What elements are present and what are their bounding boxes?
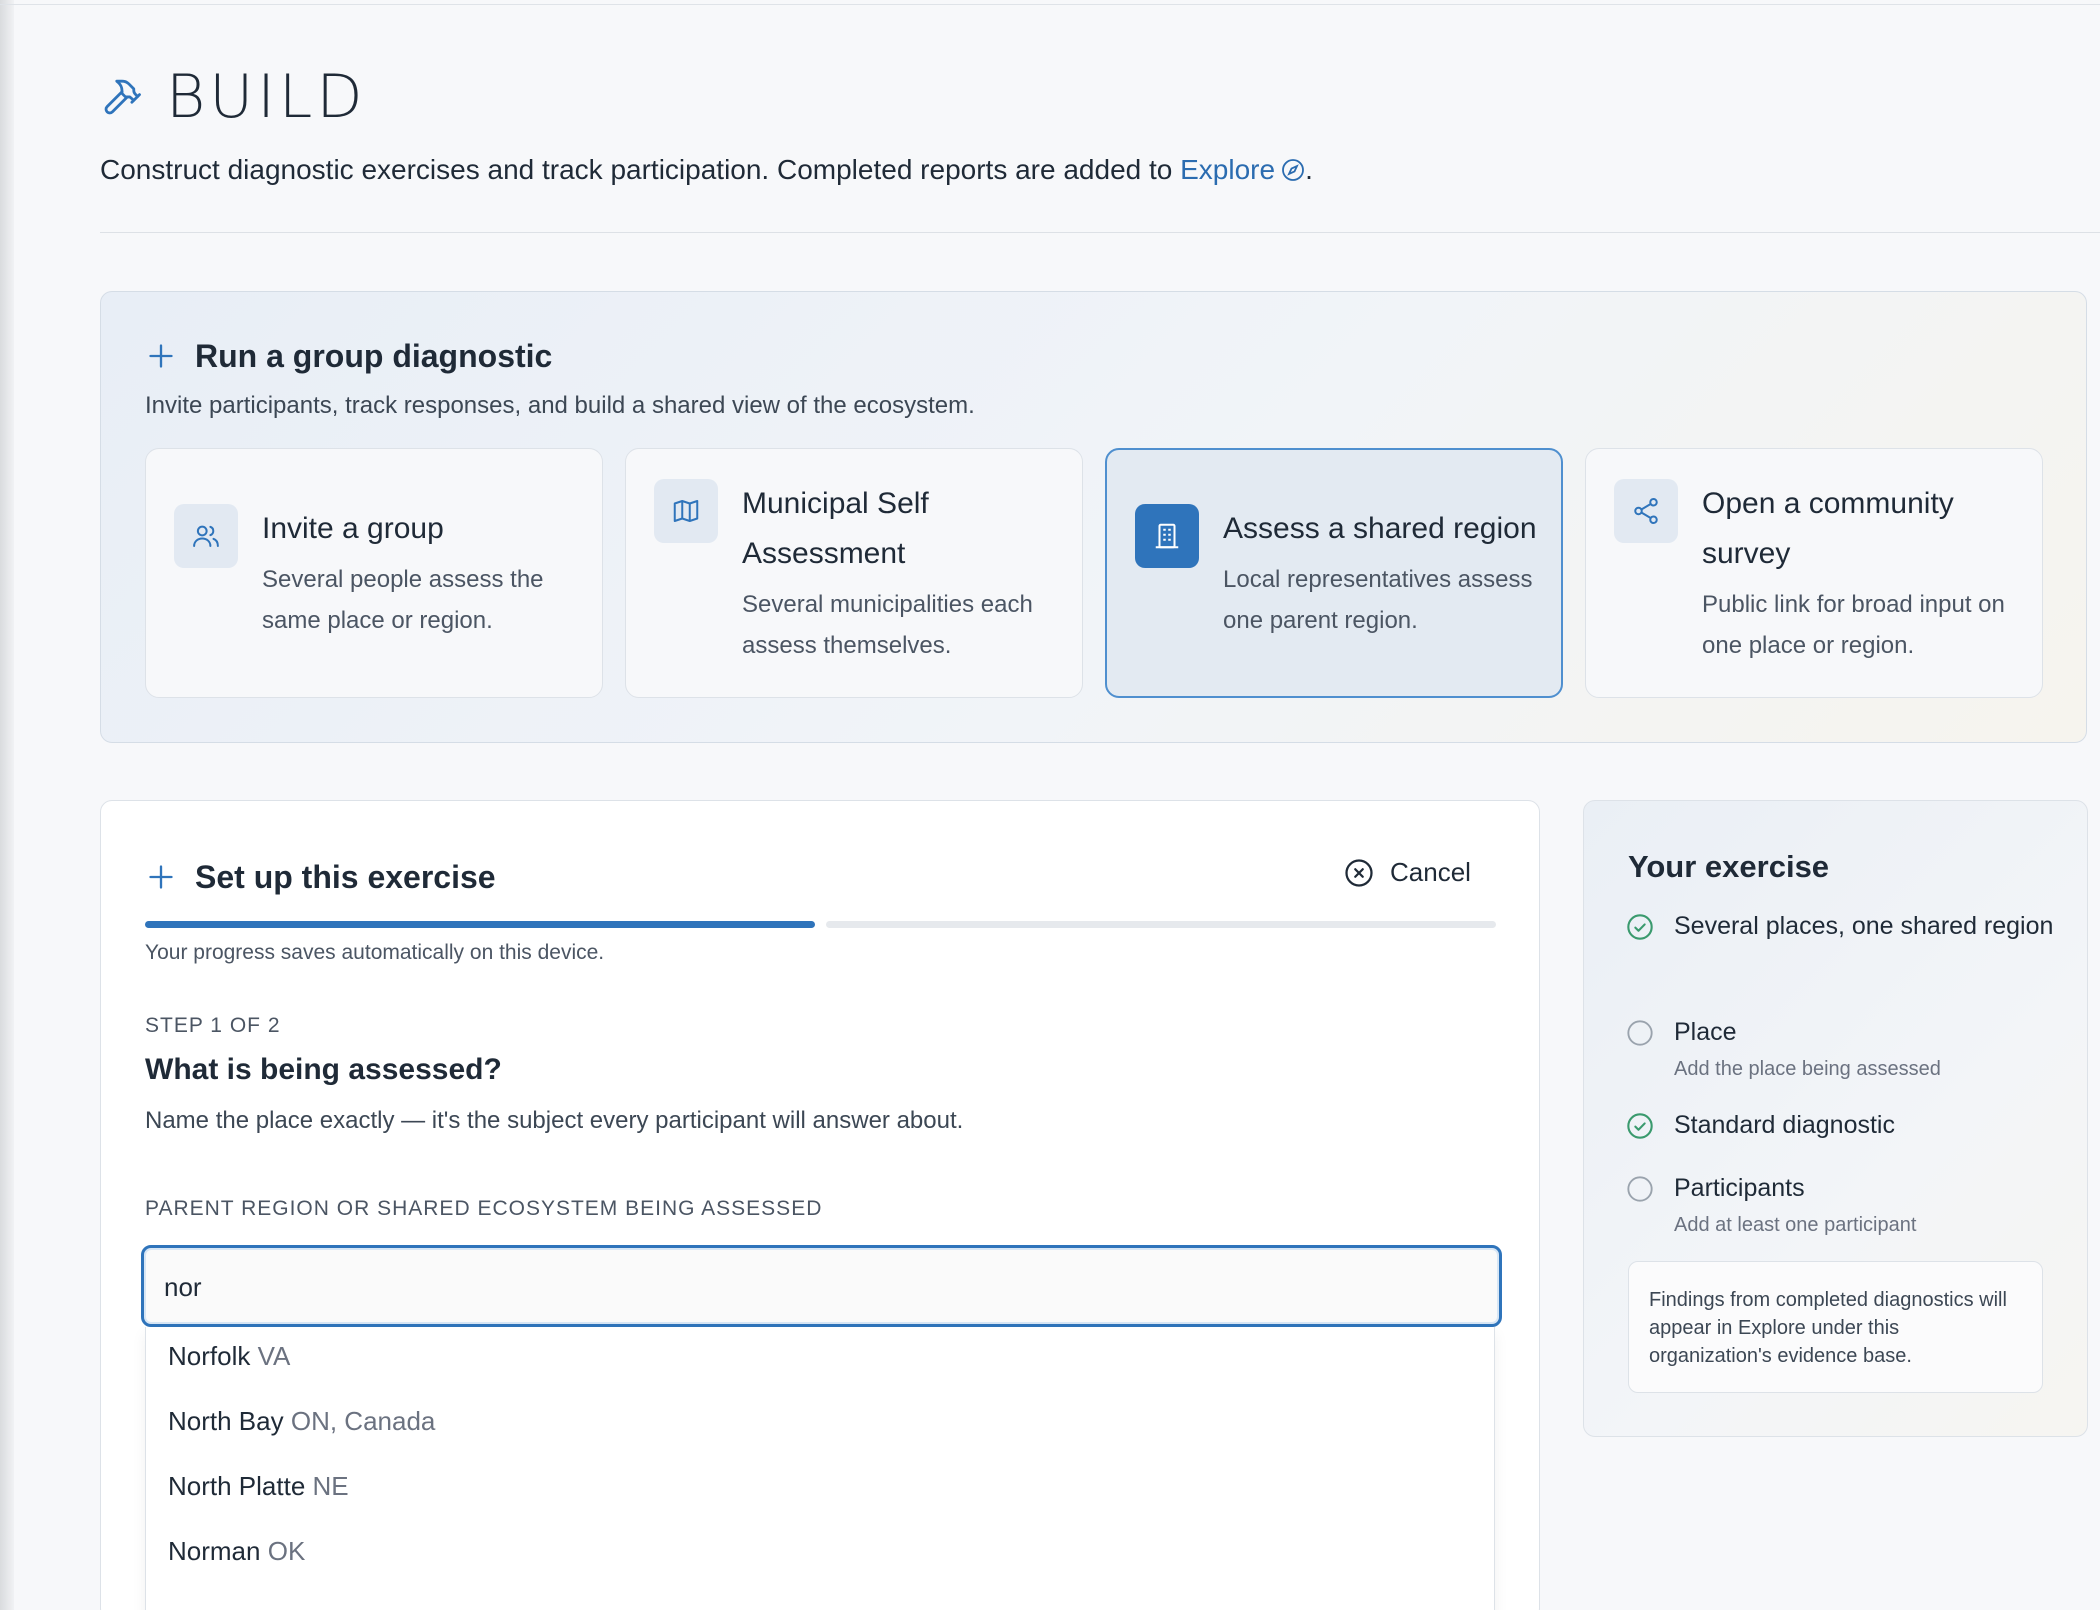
step-question: What is being assessed? [145, 1053, 502, 1086]
card-municipal-self-assessment[interactable]: Municipal Self Assessment Several munici… [625, 448, 1083, 698]
summary-title: Your exercise [1628, 849, 1830, 884]
card-open-community-survey[interactable]: Open a community survey Public link for … [1585, 448, 2043, 698]
card-description: Local representatives assess one parent … [1223, 566, 1533, 634]
empty-circle-icon [1627, 1176, 1653, 1202]
explore-link-label[interactable]: Explore [1180, 154, 1275, 185]
card-title: Assess a shared region [1223, 512, 1537, 545]
top-divider [0, 4, 2100, 5]
suggestion-name[interactable]: North Bay [168, 1406, 284, 1436]
empty-circle-icon [1627, 1020, 1653, 1046]
step-label: STEP 1 OF 2 [145, 1014, 281, 1037]
users-icon [174, 504, 238, 568]
explore-link[interactable]: Explore [1180, 154, 1305, 185]
card-description: Several people assess the same place or … [262, 566, 544, 634]
suggestion-option[interactable]: Norman OK [168, 1536, 305, 1567]
window-edge-shadow [0, 0, 14, 1610]
card-title: Invite a group [262, 512, 444, 545]
group-diagnostic-panel: Run a group diagnostic Invite participan… [100, 291, 2087, 743]
group-diagnostic-subtitle: Invite participants, track responses, an… [145, 392, 975, 419]
progress-step-1 [145, 921, 815, 928]
compass-icon[interactable] [1281, 158, 1305, 182]
region-field-label: PARENT REGION OR SHARED ECOSYSTEM BEING … [145, 1197, 823, 1220]
summary-item-label: Standard diagnostic [1674, 1111, 1895, 1139]
setup-exercise-panel: Set up this exercise Cancel Your progres… [100, 800, 1540, 1610]
setup-title: Set up this exercise [195, 859, 496, 895]
page-subtitle-end: . [1305, 154, 1313, 185]
progress-step-2 [826, 921, 1496, 928]
check-circle-icon [1627, 1113, 1653, 1139]
summary-item-sub: Add at least one participant [1674, 1214, 1917, 1236]
build-page: BUILD Construct diagnostic exercises and… [0, 0, 2100, 1610]
suggestion-name[interactable]: Norman [168, 1536, 260, 1566]
check-circle-icon [1627, 914, 1653, 940]
card-description: Public link for broad input on one place… [1702, 591, 2005, 659]
card-description: Several municipalities each assess thems… [742, 591, 1033, 659]
card-title: Municipal Self Assessment [742, 487, 929, 570]
group-diagnostic-title: Run a group diagnostic [195, 338, 553, 374]
suggestion-region[interactable]: NE [313, 1471, 349, 1501]
page-subtitle-text: Construct diagnostic exercises and track… [100, 154, 1181, 185]
summary-item-label: Participants [1674, 1174, 1805, 1202]
summary-item-sub: Add the place being assessed [1674, 1058, 1941, 1080]
page-subtitle: Construct diagnostic exercises and track… [100, 154, 1313, 186]
region-search-input[interactable] [164, 1268, 1464, 1306]
step-hint: Name the place exactly — it's the subjec… [145, 1107, 964, 1134]
suggestion-option[interactable]: Norfolk VA [168, 1341, 290, 1372]
suggestion-region[interactable]: VA [258, 1341, 291, 1371]
plus-icon [149, 344, 173, 368]
suggestion-region[interactable]: ON, Canada [291, 1406, 436, 1436]
share-icon [1614, 479, 1678, 543]
card-title: Open a community survey [1702, 487, 1954, 570]
building-icon [1135, 504, 1199, 568]
hammer-icon [104, 79, 141, 115]
suggestion-region[interactable]: OK [268, 1536, 306, 1566]
suggestion-option[interactable]: North Platte NE [168, 1471, 349, 1502]
summary-note: Findings from completed diagnostics will… [1628, 1261, 2043, 1393]
cancel-label[interactable]: Cancel [1390, 857, 1471, 888]
header-divider [100, 232, 2100, 233]
suggestions-dropdown: Norfolk VA North Bay ON, Canada North Pl… [145, 1327, 1495, 1610]
close-circle-icon [1345, 858, 1373, 887]
cancel-button[interactable]: Cancel [1344, 857, 1471, 888]
card-invite-group[interactable]: Invite a group Several people assess the… [145, 448, 603, 698]
exercise-summary-panel: Your exercise Several places, one shared… [1583, 800, 2088, 1437]
region-field[interactable] [141, 1245, 1502, 1327]
suggestion-option[interactable]: North Bay ON, Canada [168, 1406, 435, 1437]
summary-item-label: Several places, one shared region [1674, 912, 2054, 940]
page-title: BUILD [166, 62, 367, 132]
plus-icon [149, 865, 173, 889]
suggestion-name[interactable]: North Platte [168, 1471, 305, 1501]
progress-note: Your progress saves automatically on thi… [145, 941, 605, 964]
map-icon [654, 479, 718, 543]
card-assess-shared-region[interactable]: Assess a shared region Local representat… [1105, 448, 1563, 698]
suggestion-name[interactable]: Norfolk [168, 1341, 250, 1371]
summary-item-label: Place [1674, 1018, 1737, 1046]
